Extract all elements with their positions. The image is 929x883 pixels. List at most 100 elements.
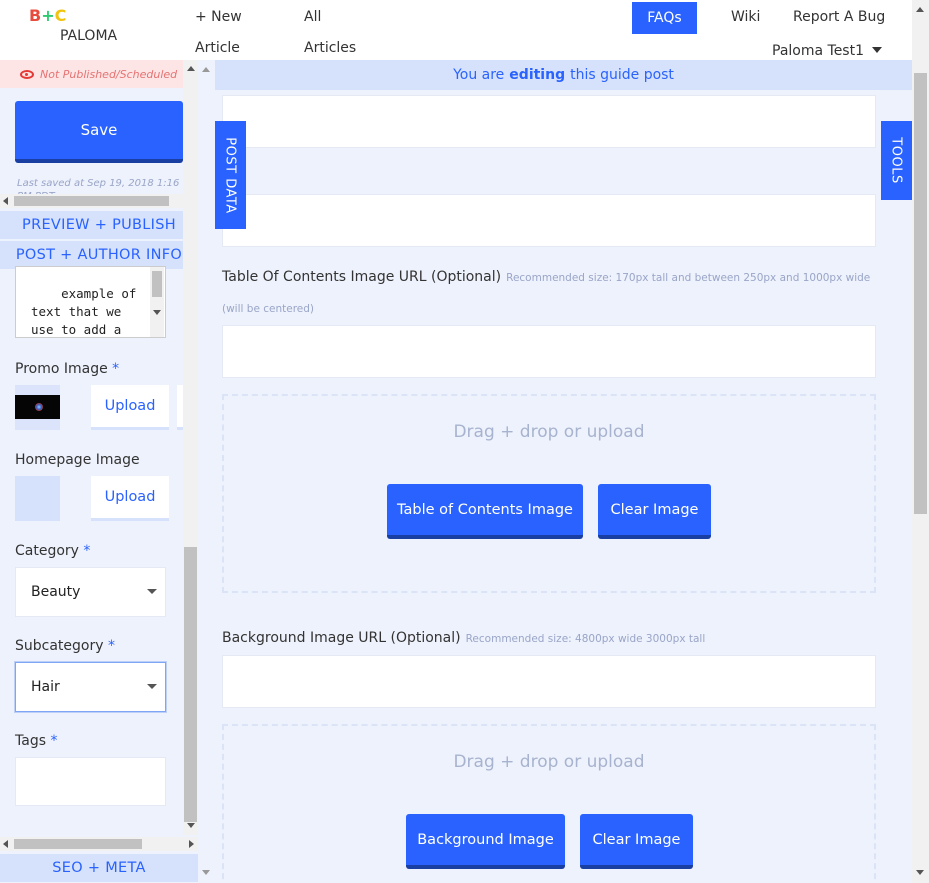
background-image-button[interactable]: Background Image bbox=[406, 814, 565, 869]
user-menu[interactable]: Paloma Test1 bbox=[772, 43, 882, 59]
tab-preview-publish[interactable]: PREVIEW + PUBLISH bbox=[0, 211, 198, 239]
description-textarea[interactable]: example of text that we use to add a des… bbox=[15, 266, 166, 338]
sidebar-vertical-scrollbar[interactable] bbox=[183, 60, 198, 835]
banner-bold: editing bbox=[509, 67, 566, 83]
clear-background-image-button[interactable]: Clear Image bbox=[580, 814, 693, 869]
background-image-url-input[interactable] bbox=[222, 655, 876, 708]
background-image-url-label: Background Image URL (Optional) Recommend… bbox=[222, 630, 705, 646]
banner-prefix: You are bbox=[453, 67, 505, 83]
new-article-link-line2[interactable]: Article bbox=[195, 40, 240, 56]
category-select[interactable]: Beauty bbox=[15, 567, 166, 617]
tags-label: Tags * bbox=[15, 733, 57, 749]
scroll-up-icon[interactable] bbox=[202, 67, 210, 72]
dropzone-text: Drag + drop or upload bbox=[453, 422, 645, 442]
required-mark: * bbox=[83, 543, 91, 559]
user-name: Paloma Test1 bbox=[772, 43, 864, 59]
toc-image-button[interactable]: Table of Contents Image bbox=[387, 484, 583, 539]
tags-input[interactable] bbox=[15, 757, 166, 806]
wiki-link[interactable]: Wiki bbox=[731, 9, 760, 25]
description-text: example of text that we use to add a des… bbox=[31, 286, 137, 337]
toc-image-url-label: Table Of Contents Image URL (Optional) Re… bbox=[222, 269, 870, 285]
label-text: Promo Image bbox=[15, 361, 108, 377]
subcategory-select[interactable]: Hair bbox=[15, 662, 166, 712]
subcategory-value: Hair bbox=[31, 679, 60, 695]
required-mark: * bbox=[50, 733, 58, 749]
tools-tab[interactable]: TOOLS bbox=[881, 121, 912, 200]
label-text: Category bbox=[15, 543, 79, 559]
page-vertical-scrollbar[interactable] bbox=[912, 0, 929, 883]
main-editor: You are editing this guide post Table Of… bbox=[215, 60, 912, 883]
label-text: Subcategory bbox=[15, 638, 104, 654]
scrollbar-thumb[interactable] bbox=[914, 73, 927, 514]
all-articles-link-line2[interactable]: Articles bbox=[304, 40, 356, 56]
homepage-upload-button[interactable]: Upload bbox=[91, 476, 169, 521]
all-articles-link[interactable]: All bbox=[304, 9, 321, 25]
scrollbar-thumb[interactable] bbox=[184, 547, 197, 822]
toc-dropzone[interactable]: Drag + drop or upload Table of Contents … bbox=[222, 394, 876, 593]
sidebar-bottom-horizontal-scrollbar[interactable] bbox=[0, 837, 198, 851]
logo-plus: + bbox=[41, 6, 55, 25]
clear-image-button[interactable]: Clear Image bbox=[598, 484, 711, 539]
scrollbar-thumb[interactable] bbox=[14, 196, 169, 206]
promo-upload-button[interactable]: Upload bbox=[91, 385, 169, 430]
logo-c: C bbox=[54, 6, 67, 25]
scrollbar-thumb[interactable] bbox=[14, 839, 142, 849]
editing-banner: You are editing this guide post bbox=[215, 60, 912, 90]
tools-tab-label: TOOLS bbox=[889, 137, 904, 184]
promo-image-thumbnail bbox=[15, 385, 60, 430]
homepage-image-label: Homepage Image bbox=[15, 452, 140, 468]
category-label: Category * bbox=[15, 543, 90, 559]
category-value: Beauty bbox=[31, 584, 81, 600]
post-data-tab[interactable]: POST DATA bbox=[215, 121, 246, 229]
scroll-right-icon[interactable] bbox=[189, 840, 194, 848]
scrollbar-thumb[interactable] bbox=[152, 271, 162, 297]
publish-status: Not Published/Scheduled bbox=[0, 60, 198, 88]
background-dropzone[interactable]: Drag + drop or upload Background Image C… bbox=[222, 724, 876, 883]
scroll-left-icon[interactable] bbox=[3, 840, 8, 848]
scroll-up-icon[interactable] bbox=[916, 7, 924, 12]
toc-hint-line2: (will be centered) bbox=[222, 303, 315, 315]
text-input-2[interactable] bbox=[222, 194, 876, 247]
faqs-button[interactable]: FAQs bbox=[632, 2, 697, 34]
eye-icon bbox=[20, 69, 34, 79]
chevron-down-icon bbox=[872, 47, 882, 53]
image-dot bbox=[35, 403, 43, 411]
promo-image-preview bbox=[15, 395, 60, 419]
tab-seo-meta[interactable]: SEO + META bbox=[0, 854, 198, 882]
scroll-down-icon[interactable] bbox=[187, 823, 195, 828]
text-input-1[interactable] bbox=[222, 95, 876, 148]
brand-name: PALOMA bbox=[60, 28, 118, 44]
label-text: Tags bbox=[15, 733, 46, 749]
label-text: Background Image URL (Optional) bbox=[222, 630, 461, 646]
scroll-down-icon[interactable] bbox=[202, 870, 210, 875]
left-sidebar: Not Published/Scheduled Save Last saved … bbox=[0, 60, 215, 883]
textarea-scrollbar[interactable] bbox=[150, 267, 164, 337]
subcategory-label: Subcategory * bbox=[15, 638, 115, 654]
banner-suffix: this guide post bbox=[570, 67, 674, 83]
label-text: Table Of Contents Image URL (Optional) bbox=[222, 269, 502, 285]
chevron-down-icon bbox=[147, 684, 157, 689]
logo-b: B bbox=[29, 6, 42, 25]
scroll-down-icon[interactable] bbox=[916, 870, 924, 875]
scroll-up-icon[interactable] bbox=[187, 66, 195, 71]
required-mark: * bbox=[112, 361, 120, 377]
new-article-link[interactable]: + New bbox=[195, 9, 242, 25]
required-mark: * bbox=[107, 638, 115, 654]
scroll-left-icon[interactable] bbox=[3, 197, 8, 205]
chevron-down-icon bbox=[147, 589, 157, 594]
save-button[interactable]: Save bbox=[15, 101, 183, 163]
tab-post-author-info[interactable]: POST + AUTHOR INFO bbox=[0, 241, 198, 269]
toc-hint: Recommended size: 170px tall and between… bbox=[506, 272, 871, 284]
scroll-down-icon[interactable] bbox=[153, 310, 161, 315]
toc-image-url-input[interactable] bbox=[222, 325, 876, 378]
sidebar-horizontal-scrollbar[interactable] bbox=[0, 194, 198, 208]
dropzone-text: Drag + drop or upload bbox=[453, 752, 645, 772]
bg-hint: Recommended size: 4800px wide 3000px tal… bbox=[465, 633, 706, 645]
post-data-tab-label: POST DATA bbox=[223, 136, 239, 214]
top-bar: B+C PALOMA + New Article All Articles FA… bbox=[0, 0, 912, 60]
report-bug-link[interactable]: Report A Bug bbox=[793, 9, 885, 25]
publish-status-text: Not Published/Scheduled bbox=[40, 67, 178, 81]
logo[interactable]: B+C bbox=[29, 6, 66, 25]
sidebar-outer-scrollbar[interactable] bbox=[198, 60, 215, 883]
promo-image-label: Promo Image * bbox=[15, 361, 119, 377]
